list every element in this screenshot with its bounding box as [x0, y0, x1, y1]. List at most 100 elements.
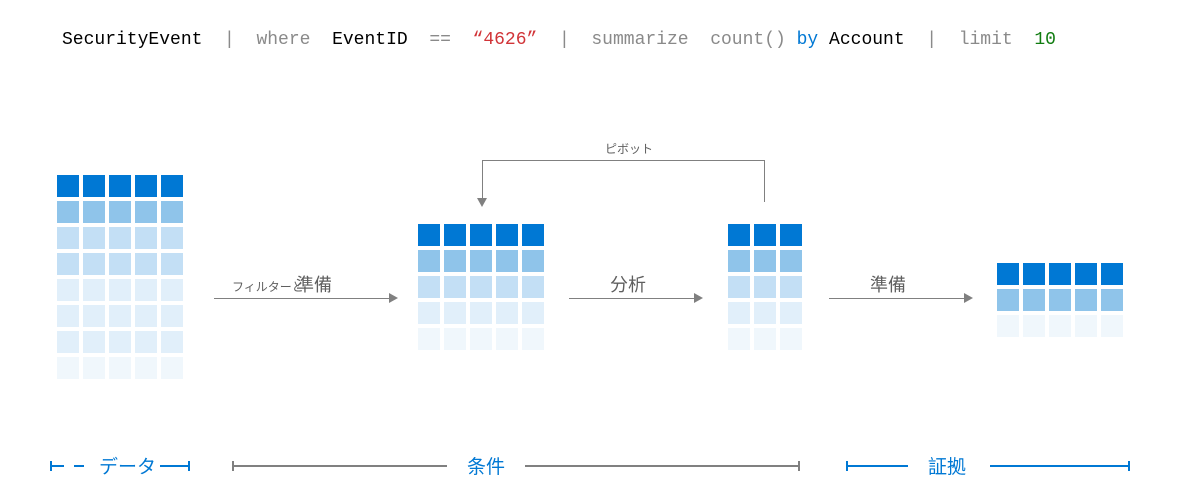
arrow-head-icon — [477, 198, 487, 207]
grid-cell — [161, 227, 183, 249]
query-token: where — [256, 30, 310, 50]
grid-cell — [496, 250, 518, 272]
grid-cell — [83, 331, 105, 353]
section-bracket-data-left — [50, 465, 64, 467]
grid-cell — [496, 276, 518, 298]
grid-cell — [161, 201, 183, 223]
query-token: by — [797, 30, 819, 50]
grid-cell — [1023, 315, 1045, 337]
arrow-head-icon — [964, 293, 973, 303]
pivot-line — [482, 160, 483, 199]
data-grid-analyzed — [728, 224, 802, 350]
grid-cell — [444, 328, 466, 350]
grid-cell — [83, 357, 105, 379]
query-token: | — [905, 30, 959, 50]
arrow-head-icon — [389, 293, 398, 303]
grid-cell — [470, 250, 492, 272]
grid-cell — [57, 253, 79, 275]
grid-cell — [109, 305, 131, 327]
grid-cell — [135, 331, 157, 353]
grid-cell — [754, 302, 776, 324]
grid-cell — [444, 250, 466, 272]
query-token — [310, 30, 332, 50]
query-token: 10 — [1034, 30, 1056, 50]
query-token — [1013, 30, 1035, 50]
query-token: count() — [710, 30, 786, 50]
grid-cell — [754, 328, 776, 350]
grid-cell — [1075, 289, 1097, 311]
section-bracket-data-right — [160, 465, 190, 467]
grid-cell — [728, 328, 750, 350]
grid-cell — [754, 276, 776, 298]
query-token — [818, 30, 829, 50]
section-bracket-evidence-left — [846, 465, 908, 467]
query-token: summarize — [591, 30, 688, 50]
grid-cell — [109, 331, 131, 353]
grid-cell — [109, 227, 131, 249]
grid-cell — [470, 224, 492, 246]
data-grid-full — [57, 175, 183, 379]
grid-cell — [754, 250, 776, 272]
grid-cell — [1101, 289, 1123, 311]
grid-cell — [780, 276, 802, 298]
query-token — [451, 30, 473, 50]
grid-cell — [57, 279, 79, 301]
grid-cell — [135, 279, 157, 301]
arrow-analyze — [569, 298, 694, 299]
grid-cell — [1101, 263, 1123, 285]
grid-cell — [161, 305, 183, 327]
grid-cell — [997, 315, 1019, 337]
grid-cell — [83, 175, 105, 197]
grid-cell — [418, 224, 440, 246]
grid-cell — [444, 302, 466, 324]
grid-cell — [83, 201, 105, 223]
grid-cell — [997, 263, 1019, 285]
section-bracket-criteria-left — [232, 465, 447, 467]
arrow-filter-prepare — [214, 298, 389, 299]
section-label-data: データ — [99, 452, 156, 479]
pivot-line — [482, 160, 765, 161]
grid-cell — [780, 302, 802, 324]
pivot-label: ピボット — [605, 140, 653, 157]
grid-cell — [1049, 289, 1071, 311]
query-token — [786, 30, 797, 50]
grid-cell — [135, 201, 157, 223]
grid-cell — [135, 305, 157, 327]
grid-cell — [780, 224, 802, 246]
grid-cell — [161, 253, 183, 275]
grid-cell — [496, 224, 518, 246]
grid-cell — [1049, 315, 1071, 337]
query-token: | — [537, 30, 591, 50]
grid-cell — [83, 305, 105, 327]
section-label-evidence: 証拠 — [928, 452, 966, 479]
grid-cell — [754, 224, 776, 246]
query-token — [689, 30, 711, 50]
grid-cell — [1023, 289, 1045, 311]
grid-cell — [135, 227, 157, 249]
grid-cell — [135, 175, 157, 197]
arrow-label-filter-prefix: フィルターと — [232, 278, 304, 295]
grid-cell — [1049, 263, 1071, 285]
query-token: limit — [959, 30, 1013, 50]
arrow-head-icon — [694, 293, 703, 303]
grid-cell — [161, 175, 183, 197]
grid-cell — [444, 276, 466, 298]
grid-cell — [444, 224, 466, 246]
grid-cell — [728, 224, 750, 246]
grid-cell — [57, 175, 79, 197]
kql-query-line: SecurityEvent | where EventID == “4626” … — [62, 30, 1056, 50]
grid-cell — [728, 302, 750, 324]
data-grid-filtered — [418, 224, 544, 350]
grid-cell — [522, 276, 544, 298]
arrow-label-prepare: 準備 — [870, 271, 906, 297]
grid-cell — [161, 357, 183, 379]
arrow-label-analyze: 分析 — [610, 271, 646, 297]
grid-cell — [161, 279, 183, 301]
grid-cell — [1075, 263, 1097, 285]
grid-cell — [83, 253, 105, 275]
grid-cell — [496, 328, 518, 350]
grid-cell — [57, 331, 79, 353]
grid-cell — [109, 201, 131, 223]
grid-cell — [522, 302, 544, 324]
grid-cell — [522, 328, 544, 350]
